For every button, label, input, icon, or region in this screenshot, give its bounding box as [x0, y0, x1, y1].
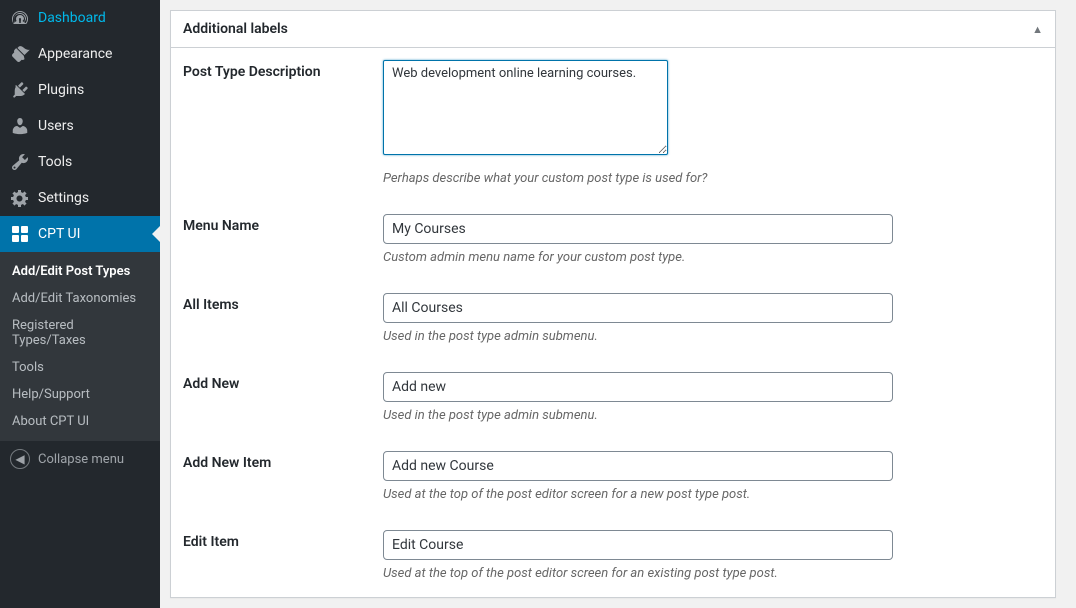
field-row-edit-item: Edit Item Used at the top of the post ed… [183, 530, 1043, 581]
settings-icon [10, 188, 30, 208]
panel-title: Additional labels [183, 21, 288, 37]
field-help-menu-name: Custom admin menu name for your custom p… [383, 250, 893, 265]
submenu-item-registered-types[interactable]: Registered Types/Taxes [0, 312, 160, 354]
tools-icon [10, 152, 30, 172]
collapse-label: Collapse menu [38, 452, 124, 467]
field-control-add-new: Used in the post type admin submenu. [383, 372, 893, 423]
field-label-add-new: Add New [183, 372, 383, 392]
field-label-menu-name: Menu Name [183, 214, 383, 234]
collapse-menu-button[interactable]: ◀ Collapse menu [0, 441, 160, 477]
field-control-edit-item: Used at the top of the post editor scree… [383, 530, 893, 581]
sidebar-item-label: Plugins [38, 82, 84, 98]
field-row-menu-name: Menu Name Custom admin menu name for you… [183, 214, 1043, 265]
panel-header[interactable]: Additional labels ▲ [171, 11, 1055, 48]
additional-labels-panel: Additional labels ▲ Post Type Descriptio… [170, 10, 1056, 598]
add-new-input[interactable] [383, 372, 893, 402]
sidebar-item-label: CPT UI [38, 226, 80, 242]
main-content: Additional labels ▲ Post Type Descriptio… [160, 0, 1076, 608]
sidebar-submenu: Add/Edit Post Types Add/Edit Taxonomies … [0, 252, 160, 441]
collapse-icon: ◀ [10, 449, 30, 469]
field-row-add-new: Add New Used in the post type admin subm… [183, 372, 1043, 423]
field-row-add-new-item: Add New Item Used at the top of the post… [183, 451, 1043, 502]
sidebar-item-appearance[interactable]: Appearance [0, 36, 160, 72]
field-label-description: Post Type Description [183, 60, 383, 80]
field-control-add-new-item: Used at the top of the post editor scree… [383, 451, 893, 502]
submenu-item-about[interactable]: About CPT UI [0, 408, 160, 435]
field-help-edit-item: Used at the top of the post editor scree… [383, 566, 893, 581]
sidebar-item-tools[interactable]: Tools [0, 144, 160, 180]
sidebar-item-label: Users [38, 118, 74, 134]
description-textarea[interactable] [383, 60, 668, 155]
field-help-all-items: Used in the post type admin submenu. [383, 329, 893, 344]
users-icon [10, 116, 30, 136]
add-new-item-input[interactable] [383, 451, 893, 481]
field-control-description: Perhaps describe what your custom post t… [383, 60, 893, 186]
field-help-description: Perhaps describe what your custom post t… [383, 171, 893, 186]
edit-item-input[interactable] [383, 530, 893, 560]
field-label-edit-item: Edit Item [183, 530, 383, 550]
submenu-item-help[interactable]: Help/Support [0, 381, 160, 408]
sidebar-item-users[interactable]: Users [0, 108, 160, 144]
panel-body: Post Type Description Perhaps describe w… [171, 48, 1055, 597]
sidebar-item-label: Tools [38, 154, 72, 170]
sidebar-item-label: Dashboard [38, 10, 106, 26]
field-help-add-new-item: Used at the top of the post editor scree… [383, 487, 893, 502]
field-control-all-items: Used in the post type admin submenu. [383, 293, 893, 344]
field-row-description: Post Type Description Perhaps describe w… [183, 60, 1043, 186]
sidebar-item-plugins[interactable]: Plugins [0, 72, 160, 108]
sidebar-item-dashboard[interactable]: Dashboard [0, 0, 160, 36]
field-label-all-items: All Items [183, 293, 383, 313]
submenu-item-tools[interactable]: Tools [0, 354, 160, 381]
dashboard-icon [10, 8, 30, 28]
all-items-input[interactable] [383, 293, 893, 323]
admin-sidebar: Dashboard Appearance Plugins Users Tools… [0, 0, 160, 608]
submenu-item-add-taxonomies[interactable]: Add/Edit Taxonomies [0, 285, 160, 312]
submenu-item-add-post-types[interactable]: Add/Edit Post Types [0, 258, 160, 285]
menu-name-input[interactable] [383, 214, 893, 244]
sidebar-item-settings[interactable]: Settings [0, 180, 160, 216]
field-control-menu-name: Custom admin menu name for your custom p… [383, 214, 893, 265]
field-row-all-items: All Items Used in the post type admin su… [183, 293, 1043, 344]
appearance-icon [10, 44, 30, 64]
sidebar-item-cptui[interactable]: CPT UI [0, 216, 160, 252]
cptui-icon [10, 224, 30, 244]
plugins-icon [10, 80, 30, 100]
panel-toggle-icon[interactable]: ▲ [1032, 23, 1043, 36]
field-label-add-new-item: Add New Item [183, 451, 383, 471]
sidebar-item-label: Settings [38, 190, 89, 206]
field-help-add-new: Used in the post type admin submenu. [383, 408, 893, 423]
sidebar-item-label: Appearance [38, 46, 112, 62]
